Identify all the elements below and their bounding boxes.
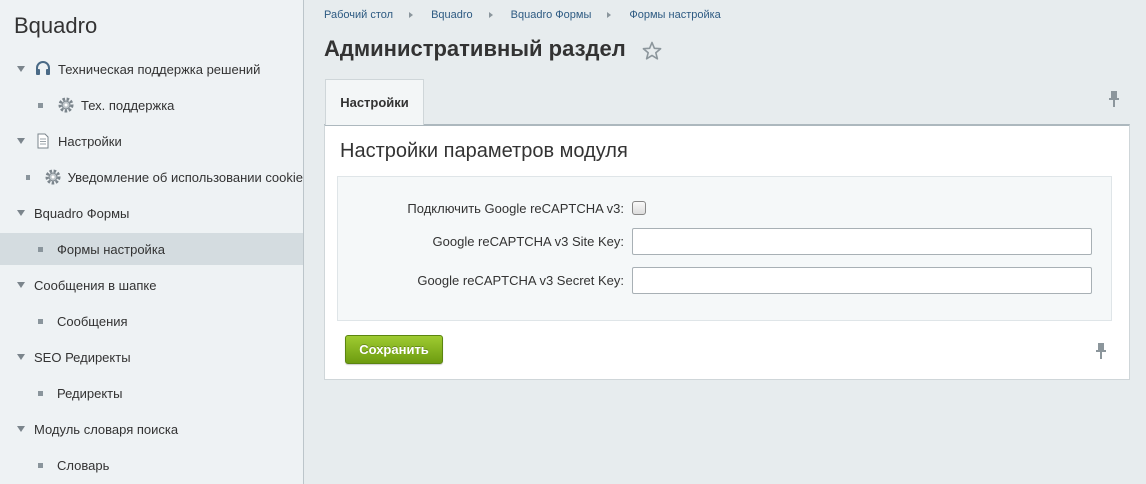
pin-icon[interactable] — [1094, 342, 1108, 360]
page-title: Административный раздел — [324, 36, 626, 61]
chevron-down-icon[interactable] — [17, 282, 25, 288]
sidebar-item-bquadro-forms[interactable]: Bquadro Формы — [0, 197, 303, 229]
sidebar-item-forms-settings[interactable]: Формы настройка — [0, 233, 303, 265]
bullet-icon — [26, 174, 30, 180]
sidebar-item-tech-support-solutions[interactable]: Техническая поддержка решений — [0, 53, 303, 85]
gear-icon — [57, 96, 75, 114]
sidebar-item-dictionary[interactable]: Словарь — [0, 449, 303, 481]
sidebar-item-label: Сообщения в шапке — [34, 277, 157, 293]
sidebar-item-label: Техническая поддержка решений — [58, 61, 261, 77]
sidebar-item-label: Настройки — [58, 133, 122, 149]
tab-settings[interactable]: Настройки — [325, 79, 424, 125]
sidebar-item-label: Формы настройка — [57, 241, 166, 257]
chevron-down-icon[interactable] — [17, 354, 25, 360]
breadcrumb-link[interactable]: Bquadro — [431, 9, 473, 21]
sidebar-item-tech-support[interactable]: Тех. поддержка — [0, 89, 303, 121]
chevron-right-icon — [607, 12, 612, 18]
bullet-icon — [38, 462, 43, 468]
sidebar-item-redirects[interactable]: Редиректы — [0, 377, 303, 409]
brand-title: Bquadro — [14, 13, 98, 38]
sidebar-item-label: Уведомление об использовании cookie — [67, 169, 303, 185]
sidebar-item-label: Словарь — [57, 457, 110, 473]
secret-key-input[interactable] — [632, 267, 1092, 294]
chevron-down-icon[interactable] — [17, 210, 25, 216]
secret-key-label: Google reCAPTCHA v3 Secret Key: — [417, 273, 624, 288]
section-title: Настройки параметров модуля — [340, 140, 628, 162]
bullet-icon — [38, 390, 43, 396]
star-icon[interactable] — [641, 40, 663, 62]
gear-icon — [44, 168, 62, 186]
breadcrumb-link[interactable]: Рабочий стол — [324, 9, 393, 21]
sidebar-item-label: Модуль словаря поиска — [34, 421, 179, 437]
bullet-icon — [38, 102, 43, 108]
recaptcha-enable-checkbox[interactable] — [632, 201, 646, 215]
breadcrumb-link[interactable]: Bquadro Формы — [511, 9, 592, 21]
chevron-right-icon — [409, 12, 414, 18]
sidebar-item-header-messages[interactable]: Сообщения в шапке — [0, 269, 303, 301]
chevron-down-icon[interactable] — [17, 138, 25, 144]
site-key-label: Google reCAPTCHA v3 Site Key: — [432, 234, 624, 249]
sidebar-item-label: Тех. поддержка — [81, 97, 175, 113]
chevron-down-icon[interactable] — [17, 426, 25, 432]
site-key-input[interactable] — [632, 228, 1092, 255]
sidebar-item-settings[interactable]: Настройки — [0, 125, 303, 157]
sidebar-item-search-dictionary-module[interactable]: Модуль словаря поиска — [0, 413, 303, 445]
sidebar: Bquadro Техническая поддержка решений Те… — [0, 0, 304, 484]
pin-icon[interactable] — [1107, 90, 1121, 108]
chevron-down-icon[interactable] — [17, 66, 25, 72]
sidebar-item-messages[interactable]: Сообщения — [0, 305, 303, 337]
breadcrumb-link[interactable]: Формы настройка — [629, 9, 720, 21]
bullet-icon — [38, 246, 43, 252]
chevron-right-icon — [488, 12, 493, 18]
headset-icon — [34, 60, 52, 78]
sidebar-item-cookie-notice[interactable]: Уведомление об использовании cookie — [0, 161, 303, 193]
sidebar-item-label: Редиректы — [57, 385, 123, 401]
sidebar-item-label: SEO Редиректы — [34, 349, 131, 365]
recaptcha-enable-label: Подключить Google reCAPTCHA v3: — [407, 201, 624, 216]
sidebar-item-label: Сообщения — [57, 313, 128, 329]
save-button[interactable]: Сохранить — [345, 335, 443, 364]
sidebar-item-seo-redirects[interactable]: SEO Редиректы — [0, 341, 303, 373]
sidebar-item-label: Bquadro Формы — [34, 205, 130, 221]
document-icon — [34, 132, 52, 150]
breadcrumb: Рабочий стол Bquadro Bquadro Формы Формы… — [324, 9, 721, 21]
bullet-icon — [38, 318, 43, 324]
